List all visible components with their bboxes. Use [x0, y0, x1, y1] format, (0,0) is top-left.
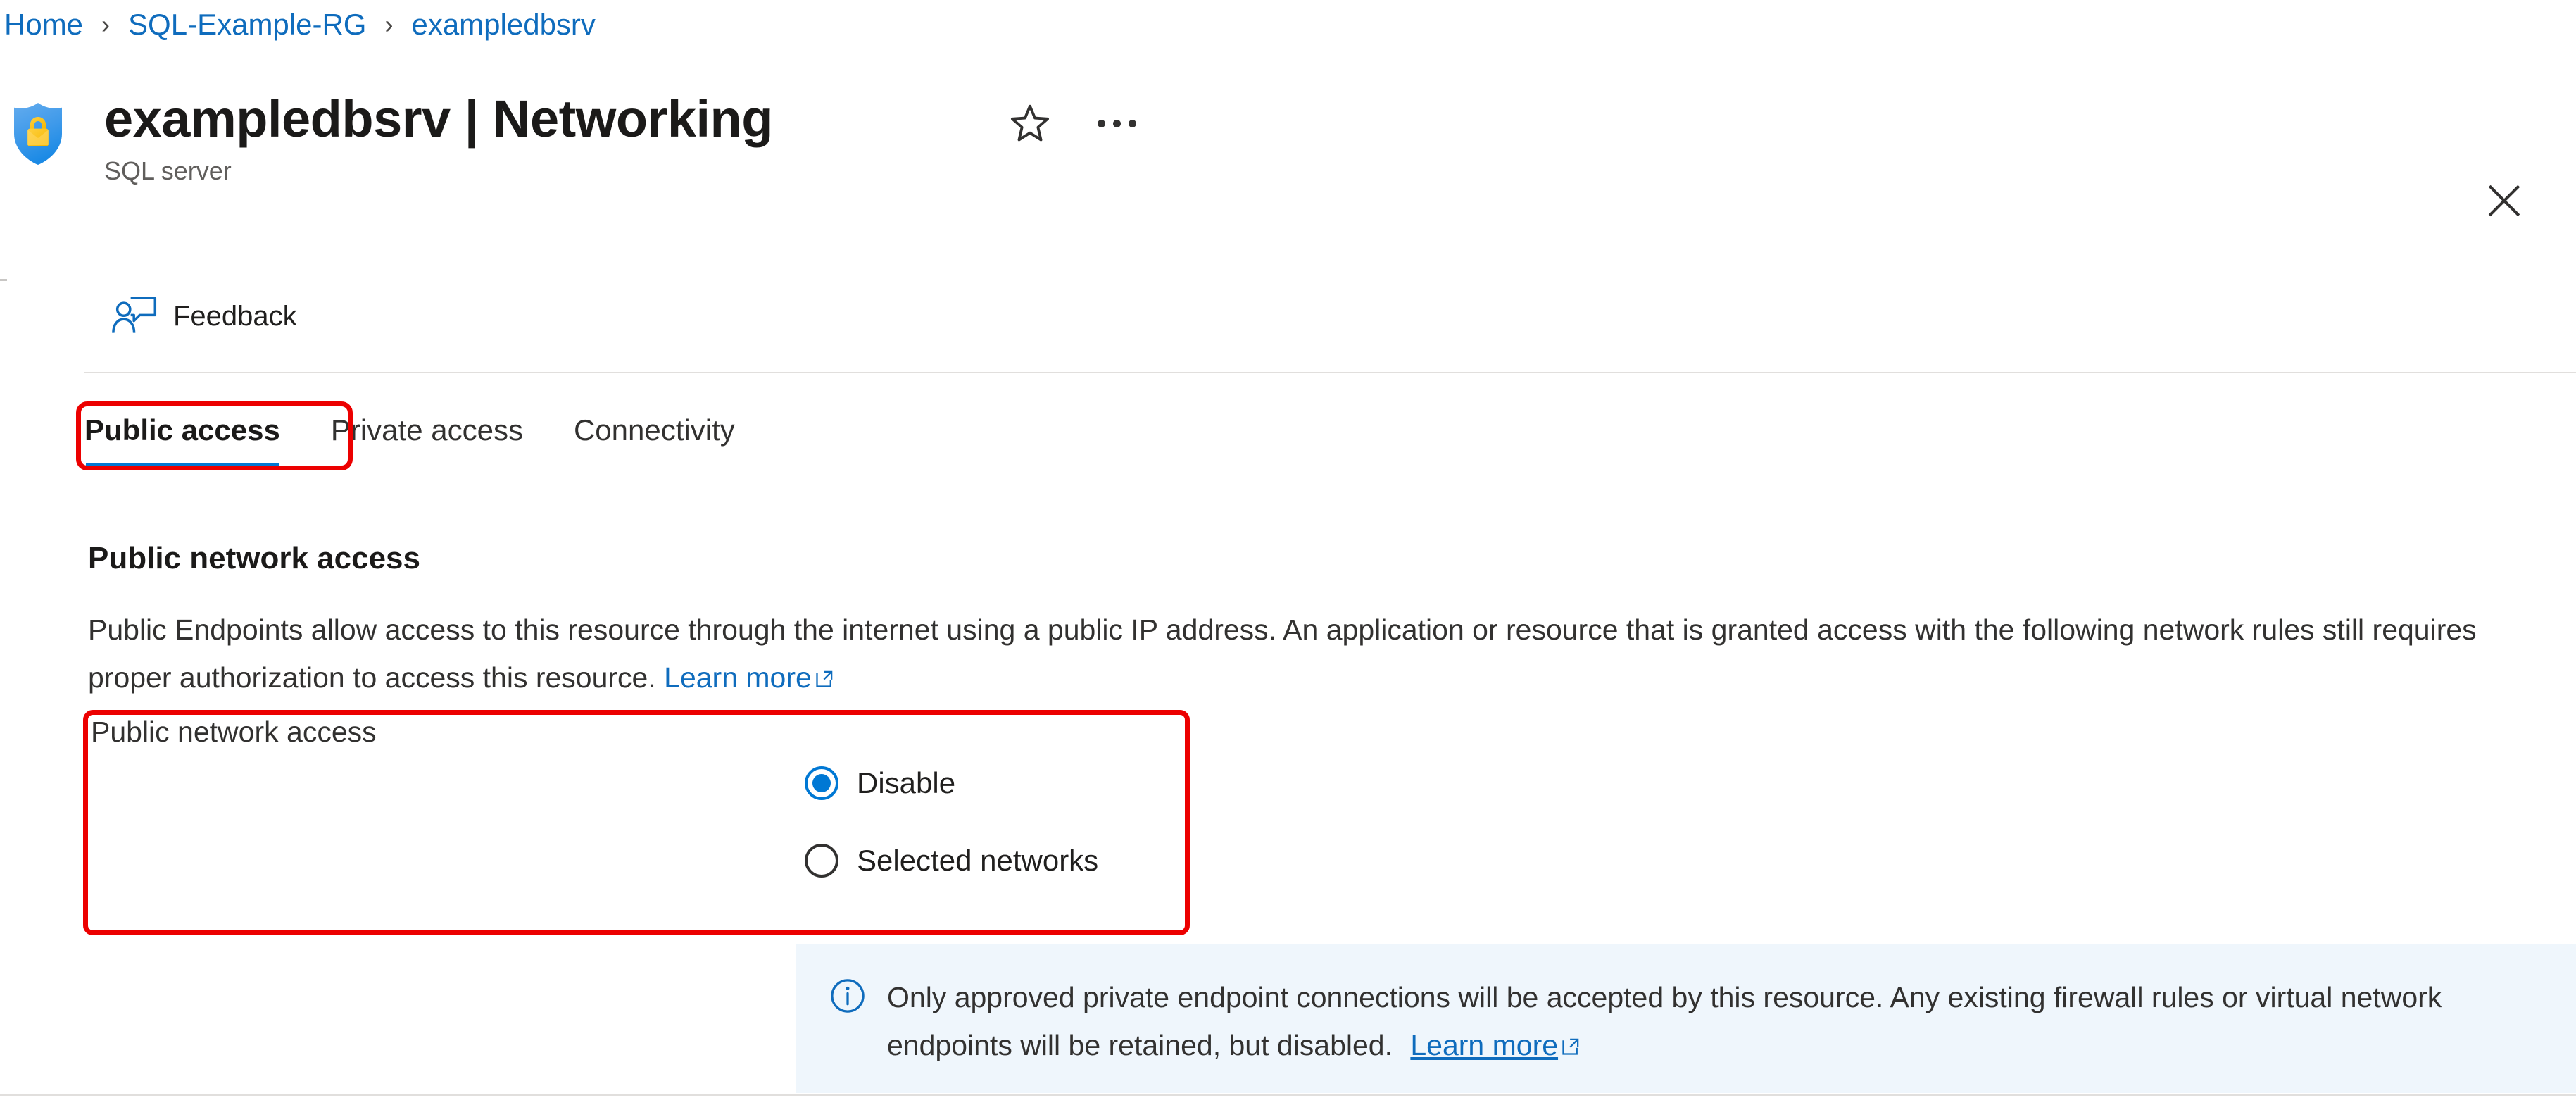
radio-unselected-icon [805, 844, 838, 878]
radio-selected-icon [805, 766, 838, 800]
section-heading: Public network access [88, 541, 420, 575]
command-bar-divider [84, 372, 2576, 373]
tab-connectivity[interactable]: Connectivity [574, 408, 735, 452]
edge-tick [0, 279, 7, 281]
breadcrumb: Home › SQL-Example-RG › exampledbsrv [4, 0, 596, 49]
external-link-icon [1561, 1023, 1581, 1055]
close-icon[interactable] [2484, 180, 2525, 221]
breadcrumb-separator-icon: › [101, 10, 111, 39]
tab-list: Public access Private access Connectivit… [84, 408, 786, 486]
section-learn-more-link[interactable]: Learn more [664, 661, 834, 694]
tab-public-access[interactable]: Public access [84, 408, 280, 469]
breadcrumb-item-resource-group[interactable]: SQL-Example-RG [128, 8, 366, 42]
external-link-icon [815, 655, 834, 687]
info-banner-learn-more-label: Learn more [1410, 1029, 1559, 1061]
info-banner-message: Only approved private endpoint connectio… [887, 981, 2442, 1061]
radio-option-disable-label: Disable [857, 766, 956, 799]
info-circle-icon [829, 978, 866, 1014]
page-title: exampledbsrv | Networking [104, 89, 773, 148]
info-banner-text: Only approved private endpoint connectio… [887, 973, 2464, 1069]
tab-private-access[interactable]: Private access [331, 408, 523, 452]
section-learn-more-label: Learn more [664, 661, 812, 694]
blade-header: exampledbsrv | Networking SQL server [0, 85, 2576, 217]
breadcrumb-separator-icon: › [384, 10, 394, 39]
public-network-access-radio-group: Disable Selected networks [805, 766, 1098, 878]
feedback-button-label: Feedback [173, 301, 297, 332]
feedback-button[interactable]: Feedback [104, 292, 304, 342]
sql-server-shield-lock-icon [11, 101, 65, 166]
azure-portal-networking-blade: Home › SQL-Example-RG › exampledbsrv exa… [0, 0, 2576, 1098]
radio-option-disable[interactable]: Disable [805, 766, 1098, 800]
breadcrumb-item-server[interactable]: exampledbsrv [411, 8, 595, 42]
section-description: Public Endpoints allow access to this re… [88, 606, 2482, 701]
breadcrumb-item-home[interactable]: Home [4, 8, 83, 42]
info-banner-learn-more-link[interactable]: Learn more [1410, 1029, 1581, 1061]
star-outline-icon[interactable] [1008, 101, 1052, 145]
public-network-access-label: Public network access [91, 716, 377, 748]
person-feedback-icon [111, 296, 158, 337]
section-description-text: Public Endpoints allow access to this re… [88, 613, 2477, 694]
ellipsis-icon[interactable] [1095, 101, 1138, 145]
radio-option-selected-networks-label: Selected networks [857, 844, 1099, 877]
radio-option-selected-networks[interactable]: Selected networks [805, 844, 1098, 878]
resource-type-label: SQL server [104, 156, 232, 185]
bottom-divider [0, 1094, 2576, 1096]
command-bar: Feedback [0, 282, 2576, 359]
info-banner: Only approved private endpoint connectio… [796, 944, 2576, 1093]
public-network-access-form-row: Public network access Disable Selected n… [88, 716, 1186, 927]
